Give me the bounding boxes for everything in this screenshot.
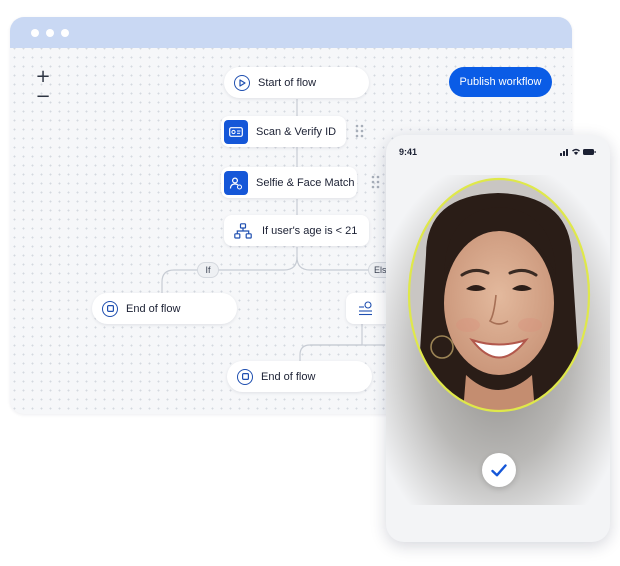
drag-handle-icon[interactable] [355,124,364,138]
play-icon [234,74,250,91]
checkmark-icon [491,463,507,476]
branch-label-if[interactable]: If [197,262,219,278]
verified-check-button[interactable] [482,453,516,487]
node-start-of-flow[interactable]: Start of flow [224,67,369,98]
node-label: End of flow [261,370,316,383]
branch-icon [234,222,252,239]
node-end-of-flow-bottom[interactable]: End of flow [227,361,372,392]
face-scan-icon [224,170,248,195]
node-end-of-flow-left[interactable]: End of flow [92,293,237,324]
node-label: Scan & Verify ID [256,125,337,138]
node-label: Start of flow [258,76,317,89]
id-card-icon [224,119,248,144]
node-label: If user's age is < 21 [262,224,358,237]
drag-handle-icon[interactable] [371,175,380,189]
node-scan-verify-id[interactable]: Scan & Verify ID [221,116,364,147]
stop-icon [102,300,118,317]
node-age-condition[interactable]: If user's age is < 21 [224,215,369,246]
stop-icon [237,368,253,385]
node-label: Selfie & Face Match [256,176,355,189]
node-selfie-face-match[interactable]: Selfie & Face Match [221,167,380,198]
phone-mockup: 9:41 [386,135,610,542]
node-label: End of flow [126,302,181,315]
document-check-icon [358,300,374,317]
